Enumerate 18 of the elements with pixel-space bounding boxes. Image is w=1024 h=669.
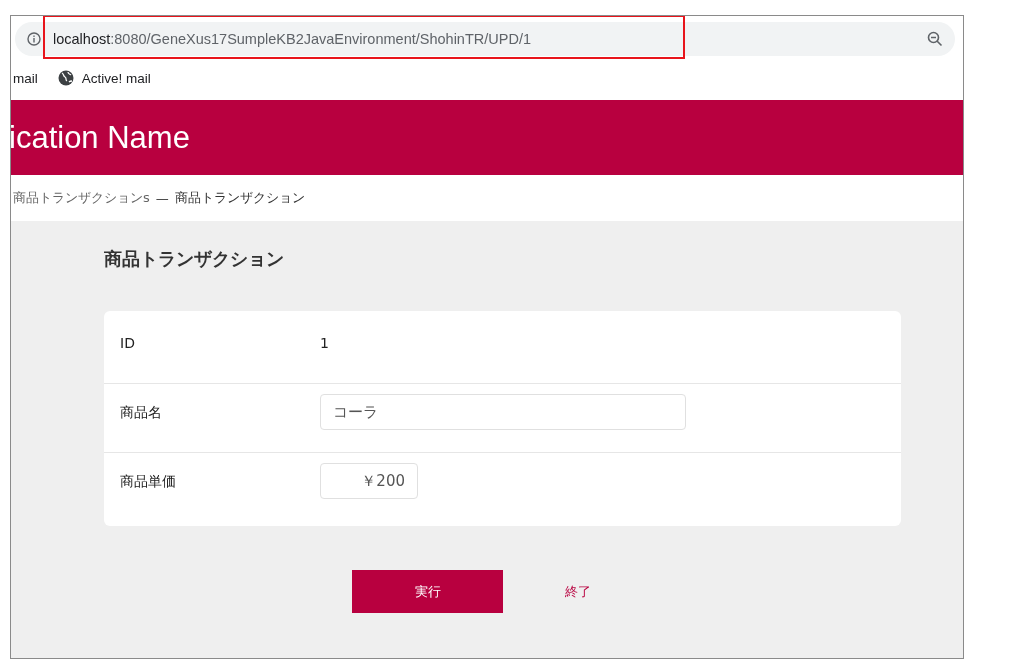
submit-button[interactable]: 実行 bbox=[352, 570, 503, 613]
field-label: ID bbox=[120, 334, 136, 351]
form-title: 商品トランザクション bbox=[104, 247, 285, 271]
info-icon[interactable] bbox=[27, 32, 41, 46]
price-input[interactable]: ￥200 bbox=[320, 463, 418, 499]
zoom-out-icon[interactable] bbox=[927, 31, 943, 47]
field-value: 1 bbox=[320, 334, 330, 351]
field-label: 商品単価 bbox=[120, 472, 177, 491]
breadcrumb-link[interactable]: 商品トランザクションs bbox=[13, 189, 150, 207]
field-label: 商品名 bbox=[120, 403, 163, 422]
globe-icon bbox=[57, 70, 74, 86]
name-input[interactable]: コーラ bbox=[320, 394, 686, 430]
app-title: ication Name bbox=[11, 119, 190, 156]
bookmark-link[interactable]: Active! mail bbox=[81, 70, 151, 86]
close-link[interactable]: 終了 bbox=[563, 578, 593, 605]
breadcrumb-current: 商品トランザクション bbox=[174, 189, 305, 207]
bookmark-link[interactable]: mail bbox=[13, 70, 38, 86]
breadcrumb-separator: — bbox=[155, 190, 169, 206]
